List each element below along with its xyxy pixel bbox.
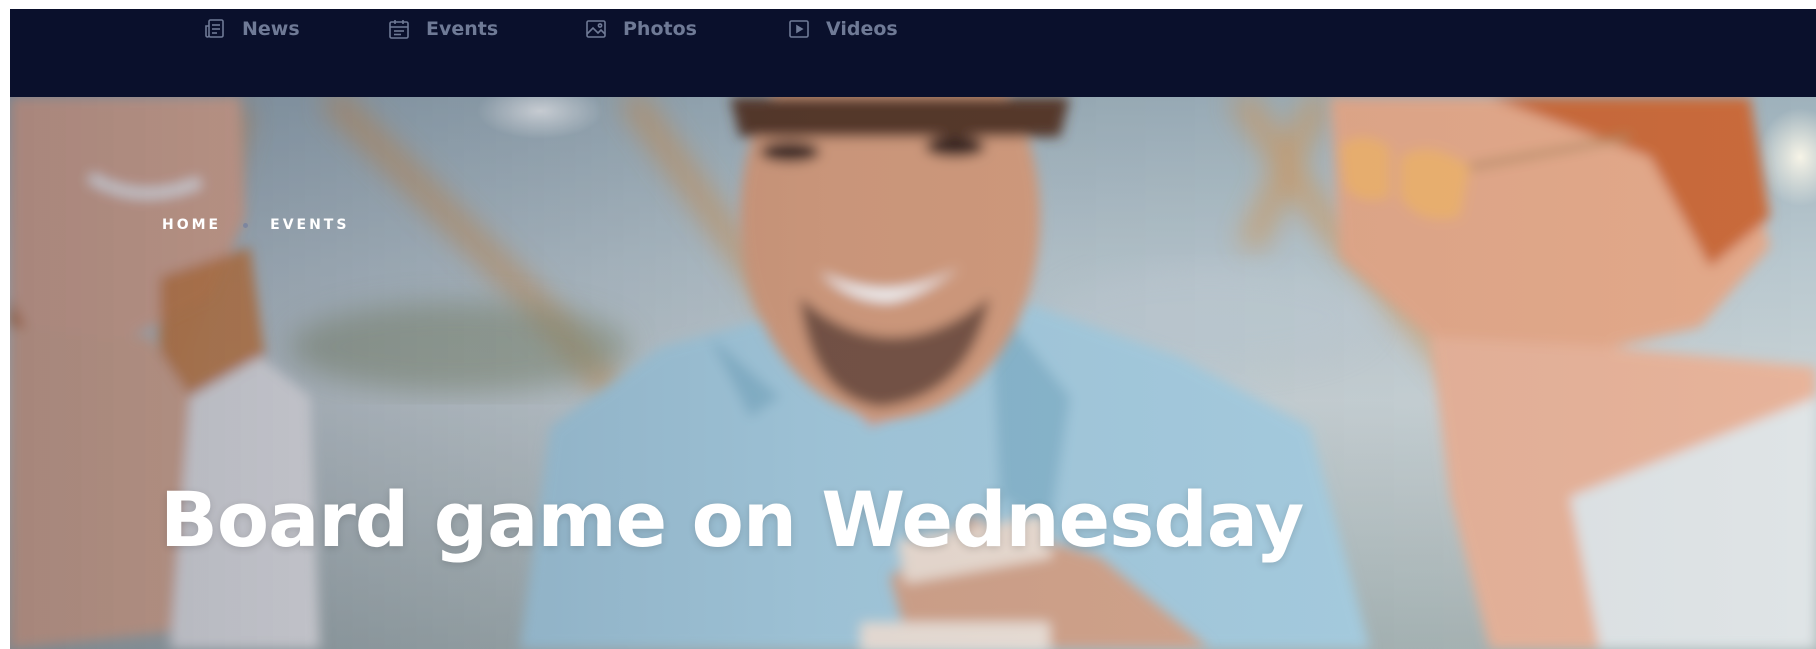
nav-item-photos[interactable]: Photos [583,17,697,41]
breadcrumb-events-link[interactable]: EVENTS [270,217,349,233]
nav-item-events[interactable]: Events [386,17,498,41]
page-title: Board game on Wednesday [160,475,1304,564]
image-icon [583,17,609,41]
nav-item-label: Photos [623,18,697,40]
top-navigation: News Events Photos Videos [10,9,1816,97]
breadcrumb-separator [243,222,249,228]
calendar-icon [386,17,412,41]
video-play-icon [786,17,812,41]
nav-item-videos[interactable]: Videos [786,17,898,41]
news-icon [202,17,228,41]
nav-item-label: Events [426,18,499,40]
nav-item-label: News [242,18,300,40]
breadcrumb-home-link[interactable]: HOME [162,217,221,233]
nav-item-label: Videos [826,18,898,40]
breadcrumb: HOME EVENTS [162,217,349,233]
nav-item-news[interactable]: News [202,17,300,41]
hero-overlay [10,97,1816,649]
hero-banner: HOME EVENTS Board game on Wednesday [10,97,1816,649]
page: News Events Photos Videos HOME EVENTS Bo… [10,9,1816,649]
